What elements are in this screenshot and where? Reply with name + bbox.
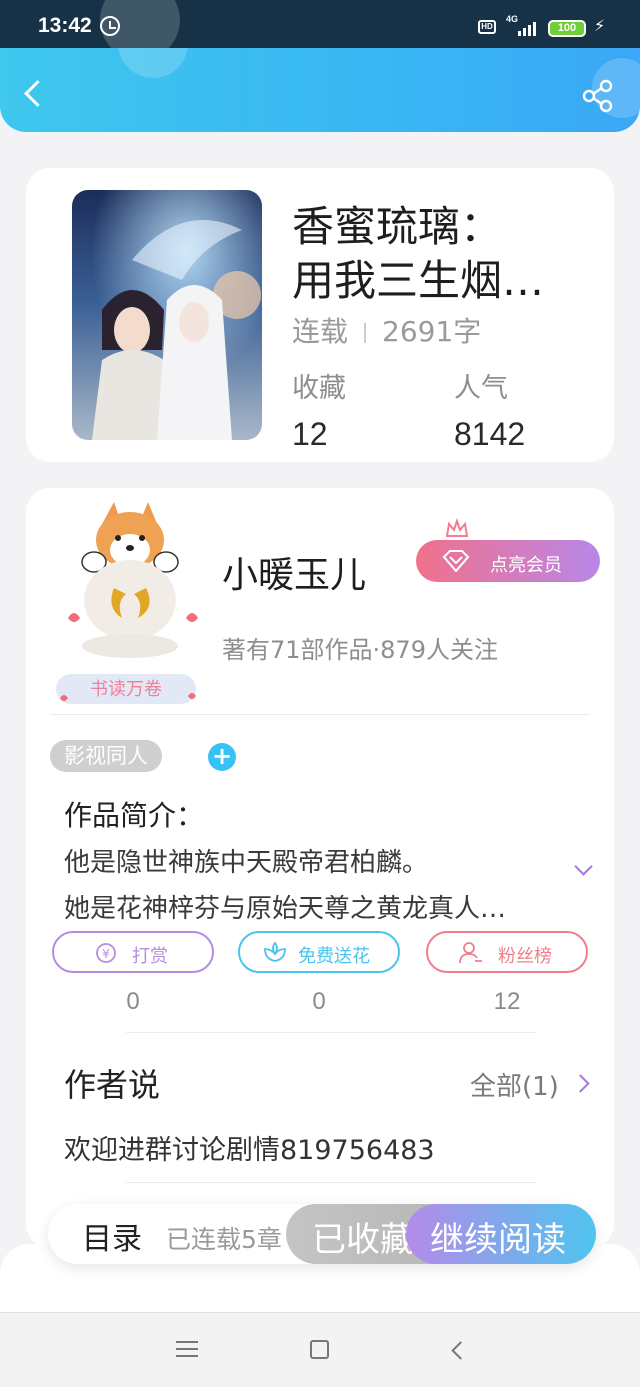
divider (126, 1032, 536, 1033)
author-avatar[interactable]: 书读万卷 (46, 498, 216, 708)
status-time: 13:42 (38, 14, 92, 37)
divider (126, 1182, 536, 1183)
intro-line1: 他是隐世神族中天殿帝君柏麟。 (64, 848, 429, 878)
book-info-card: 香蜜琉璃： 用我三生烟… 连载 2691字 收藏 人气 12 8142 (26, 168, 614, 462)
favorites-label: 收藏 (292, 373, 346, 404)
tip-count: 0 (126, 988, 140, 1015)
chapter-progress: 已连载5章 (166, 1225, 282, 1254)
book-meta: 连载 2691字 (292, 310, 481, 350)
intro-title: 作品简介： (64, 799, 205, 832)
fan-count: 12 (493, 988, 521, 1015)
vip-button[interactable]: 点亮会员 (416, 540, 600, 582)
crown-icon (445, 518, 469, 537)
tip-label: 打赏 (132, 946, 168, 967)
share-icon[interactable] (580, 78, 616, 114)
avatar-badge: 书读万卷 (90, 679, 162, 700)
intro-line2: 她是花神梓芬与原始天尊之黄龙真人… (64, 894, 507, 924)
chevron-right-icon[interactable] (574, 1072, 590, 1094)
book-detail-card: 书读万卷 小暖玉儿 点亮会员 著有71部作品·879人关注 影视同人 + 作品简… (26, 488, 614, 1248)
send-flower-button[interactable]: 免费送花 (238, 931, 400, 973)
book-cover[interactable] (72, 190, 262, 440)
book-title: 香蜜琉璃： 用我三生烟… (292, 200, 592, 308)
vip-button-label: 点亮会员 (490, 555, 562, 576)
menu-icon[interactable] (176, 1341, 198, 1359)
send-flower-label: 免费送花 (298, 946, 370, 967)
flower-count: 0 (312, 988, 326, 1015)
back-nav-icon[interactable] (448, 1339, 468, 1361)
author-stats: 著有71部作品·879人关注 (222, 636, 498, 664)
author-name[interactable]: 小暖玉儿 (222, 546, 366, 598)
battery-icon: 100 (548, 20, 586, 37)
top-header (0, 48, 640, 132)
fan-ranking-button[interactable]: 粉丝榜 (426, 931, 588, 973)
svg-text:¥: ¥ (102, 947, 110, 961)
author-says-title: 作者说 (64, 1066, 161, 1104)
status-bar: 13:42 HD 4G 100 ⚡ (0, 0, 640, 60)
word-count: 2691字 (382, 315, 482, 348)
book-title-line1: 香蜜琉璃： (292, 202, 503, 251)
author-note: 欢迎进群讨论剧情819756483 (64, 1135, 435, 1166)
intro-text[interactable]: 他是隐世神族中天殿帝君柏麟。 她是花神梓芬与原始天尊之黄龙真人… (64, 840, 564, 932)
popularity-value: 8142 (454, 416, 526, 452)
toc-label[interactable]: 目录 (82, 1214, 142, 1258)
signal-icon (518, 22, 540, 36)
view-all-link[interactable]: 全部(1) (470, 1066, 559, 1103)
home-icon[interactable] (310, 1340, 329, 1359)
category-tag[interactable]: 影视同人 (50, 740, 162, 772)
fan-ranking-label: 粉丝榜 (498, 946, 552, 967)
tip-button[interactable]: ¥ 打赏 (52, 931, 214, 973)
continue-reading-label: 继续阅读 (430, 1220, 566, 1260)
coin-icon: ¥ (96, 943, 116, 963)
diamond-icon (442, 550, 470, 573)
add-tag-button[interactable]: + (208, 743, 236, 771)
charging-icon: ⚡ (594, 16, 606, 35)
hd-icon: HD (478, 20, 496, 34)
popularity-label: 人气 (454, 373, 508, 404)
flower-icon (264, 941, 286, 962)
book-title-line2: 用我三生烟… (292, 256, 545, 305)
expand-intro-icon[interactable] (574, 864, 594, 878)
divider (50, 714, 590, 715)
network-type: 4G (506, 14, 519, 24)
fan-icon (459, 942, 482, 964)
book-status: 连载 (292, 315, 349, 348)
favorited-label: 已收藏 (312, 1220, 414, 1260)
back-button[interactable] (20, 78, 50, 112)
system-navigation-bar (0, 1312, 640, 1387)
favorites-value: 12 (292, 416, 328, 452)
continue-reading-button[interactable]: 继续阅读 (406, 1204, 596, 1264)
